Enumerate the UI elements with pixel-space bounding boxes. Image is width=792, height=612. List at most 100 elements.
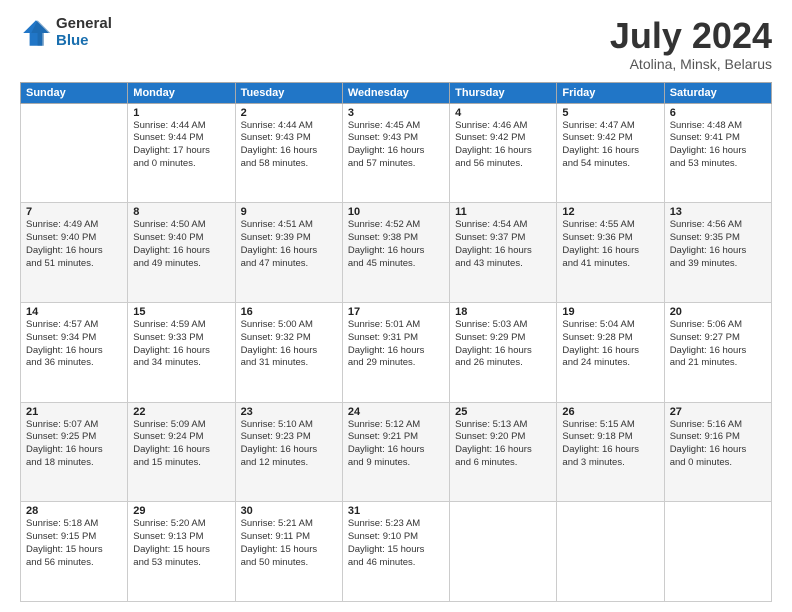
day-number: 29: [133, 505, 229, 517]
col-thursday: Thursday: [450, 82, 557, 103]
table-row: 19Sunrise: 5:04 AM Sunset: 9:28 PM Dayli…: [557, 302, 664, 402]
table-row: [664, 502, 771, 602]
calendar-week-row: 14Sunrise: 4:57 AM Sunset: 9:34 PM Dayli…: [21, 302, 772, 402]
day-info: Sunrise: 5:09 AM Sunset: 9:24 PM Dayligh…: [133, 419, 229, 470]
table-row: 13Sunrise: 4:56 AM Sunset: 9:35 PM Dayli…: [664, 203, 771, 303]
day-info: Sunrise: 5:07 AM Sunset: 9:25 PM Dayligh…: [26, 419, 122, 470]
table-row: 8Sunrise: 4:50 AM Sunset: 9:40 PM Daylig…: [128, 203, 235, 303]
day-number: 9: [241, 206, 337, 218]
day-number: 8: [133, 206, 229, 218]
table-row: 29Sunrise: 5:20 AM Sunset: 9:13 PM Dayli…: [128, 502, 235, 602]
day-info: Sunrise: 4:49 AM Sunset: 9:40 PM Dayligh…: [26, 219, 122, 270]
month-title: July 2024: [610, 16, 772, 56]
table-row: 3Sunrise: 4:45 AM Sunset: 9:43 PM Daylig…: [342, 103, 449, 203]
day-info: Sunrise: 4:52 AM Sunset: 9:38 PM Dayligh…: [348, 219, 444, 270]
day-info: Sunrise: 5:12 AM Sunset: 9:21 PM Dayligh…: [348, 419, 444, 470]
day-info: Sunrise: 4:50 AM Sunset: 9:40 PM Dayligh…: [133, 219, 229, 270]
day-number: 30: [241, 505, 337, 517]
day-info: Sunrise: 5:20 AM Sunset: 9:13 PM Dayligh…: [133, 518, 229, 569]
day-info: Sunrise: 5:23 AM Sunset: 9:10 PM Dayligh…: [348, 518, 444, 569]
table-row: 15Sunrise: 4:59 AM Sunset: 9:33 PM Dayli…: [128, 302, 235, 402]
calendar-week-row: 7Sunrise: 4:49 AM Sunset: 9:40 PM Daylig…: [21, 203, 772, 303]
day-number: 17: [348, 306, 444, 318]
logo-general-label: General: [56, 16, 112, 33]
day-number: 26: [562, 406, 658, 418]
table-row: 22Sunrise: 5:09 AM Sunset: 9:24 PM Dayli…: [128, 402, 235, 502]
day-info: Sunrise: 5:13 AM Sunset: 9:20 PM Dayligh…: [455, 419, 551, 470]
table-row: 27Sunrise: 5:16 AM Sunset: 9:16 PM Dayli…: [664, 402, 771, 502]
day-info: Sunrise: 4:48 AM Sunset: 9:41 PM Dayligh…: [670, 120, 766, 171]
table-row: 26Sunrise: 5:15 AM Sunset: 9:18 PM Dayli…: [557, 402, 664, 502]
day-number: 10: [348, 206, 444, 218]
day-info: Sunrise: 4:45 AM Sunset: 9:43 PM Dayligh…: [348, 120, 444, 171]
col-friday: Friday: [557, 82, 664, 103]
calendar-week-row: 21Sunrise: 5:07 AM Sunset: 9:25 PM Dayli…: [21, 402, 772, 502]
day-number: 7: [26, 206, 122, 218]
table-row: 25Sunrise: 5:13 AM Sunset: 9:20 PM Dayli…: [450, 402, 557, 502]
day-info: Sunrise: 4:59 AM Sunset: 9:33 PM Dayligh…: [133, 319, 229, 370]
col-wednesday: Wednesday: [342, 82, 449, 103]
day-number: 25: [455, 406, 551, 418]
table-row: 24Sunrise: 5:12 AM Sunset: 9:21 PM Dayli…: [342, 402, 449, 502]
table-row: 18Sunrise: 5:03 AM Sunset: 9:29 PM Dayli…: [450, 302, 557, 402]
table-row: 6Sunrise: 4:48 AM Sunset: 9:41 PM Daylig…: [664, 103, 771, 203]
day-number: 20: [670, 306, 766, 318]
day-info: Sunrise: 5:04 AM Sunset: 9:28 PM Dayligh…: [562, 319, 658, 370]
table-row: 17Sunrise: 5:01 AM Sunset: 9:31 PM Dayli…: [342, 302, 449, 402]
day-info: Sunrise: 4:55 AM Sunset: 9:36 PM Dayligh…: [562, 219, 658, 270]
logo-text: General Blue: [56, 16, 112, 49]
day-number: 28: [26, 505, 122, 517]
day-info: Sunrise: 4:54 AM Sunset: 9:37 PM Dayligh…: [455, 219, 551, 270]
logo-blue-label: Blue: [56, 33, 112, 50]
day-info: Sunrise: 5:21 AM Sunset: 9:11 PM Dayligh…: [241, 518, 337, 569]
day-number: 11: [455, 206, 551, 218]
calendar-header-row: Sunday Monday Tuesday Wednesday Thursday…: [21, 82, 772, 103]
day-number: 6: [670, 107, 766, 119]
day-info: Sunrise: 4:44 AM Sunset: 9:44 PM Dayligh…: [133, 120, 229, 171]
day-info: Sunrise: 4:44 AM Sunset: 9:43 PM Dayligh…: [241, 120, 337, 171]
day-info: Sunrise: 4:46 AM Sunset: 9:42 PM Dayligh…: [455, 120, 551, 171]
calendar-table: Sunday Monday Tuesday Wednesday Thursday…: [20, 82, 772, 602]
table-row: 10Sunrise: 4:52 AM Sunset: 9:38 PM Dayli…: [342, 203, 449, 303]
day-number: 13: [670, 206, 766, 218]
day-number: 2: [241, 107, 337, 119]
table-row: 4Sunrise: 4:46 AM Sunset: 9:42 PM Daylig…: [450, 103, 557, 203]
col-sunday: Sunday: [21, 82, 128, 103]
header: General Blue July 2024 Atolina, Minsk, B…: [20, 16, 772, 72]
col-saturday: Saturday: [664, 82, 771, 103]
table-row: 31Sunrise: 5:23 AM Sunset: 9:10 PM Dayli…: [342, 502, 449, 602]
calendar-week-row: 28Sunrise: 5:18 AM Sunset: 9:15 PM Dayli…: [21, 502, 772, 602]
day-info: Sunrise: 5:06 AM Sunset: 9:27 PM Dayligh…: [670, 319, 766, 370]
day-number: 16: [241, 306, 337, 318]
table-row: [450, 502, 557, 602]
day-number: 3: [348, 107, 444, 119]
day-number: 21: [26, 406, 122, 418]
day-number: 15: [133, 306, 229, 318]
table-row: 14Sunrise: 4:57 AM Sunset: 9:34 PM Dayli…: [21, 302, 128, 402]
title-block: July 2024 Atolina, Minsk, Belarus: [610, 16, 772, 72]
page: General Blue July 2024 Atolina, Minsk, B…: [0, 0, 792, 612]
day-info: Sunrise: 5:18 AM Sunset: 9:15 PM Dayligh…: [26, 518, 122, 569]
table-row: 9Sunrise: 4:51 AM Sunset: 9:39 PM Daylig…: [235, 203, 342, 303]
day-number: 22: [133, 406, 229, 418]
table-row: [21, 103, 128, 203]
day-number: 14: [26, 306, 122, 318]
location-subtitle: Atolina, Minsk, Belarus: [610, 56, 772, 72]
table-row: 7Sunrise: 4:49 AM Sunset: 9:40 PM Daylig…: [21, 203, 128, 303]
col-monday: Monday: [128, 82, 235, 103]
day-number: 1: [133, 107, 229, 119]
day-info: Sunrise: 5:15 AM Sunset: 9:18 PM Dayligh…: [562, 419, 658, 470]
day-info: Sunrise: 4:57 AM Sunset: 9:34 PM Dayligh…: [26, 319, 122, 370]
day-info: Sunrise: 5:00 AM Sunset: 9:32 PM Dayligh…: [241, 319, 337, 370]
table-row: 28Sunrise: 5:18 AM Sunset: 9:15 PM Dayli…: [21, 502, 128, 602]
day-info: Sunrise: 4:51 AM Sunset: 9:39 PM Dayligh…: [241, 219, 337, 270]
table-row: 2Sunrise: 4:44 AM Sunset: 9:43 PM Daylig…: [235, 103, 342, 203]
table-row: 12Sunrise: 4:55 AM Sunset: 9:36 PM Dayli…: [557, 203, 664, 303]
col-tuesday: Tuesday: [235, 82, 342, 103]
day-info: Sunrise: 4:47 AM Sunset: 9:42 PM Dayligh…: [562, 120, 658, 171]
day-info: Sunrise: 5:03 AM Sunset: 9:29 PM Dayligh…: [455, 319, 551, 370]
table-row: 23Sunrise: 5:10 AM Sunset: 9:23 PM Dayli…: [235, 402, 342, 502]
day-info: Sunrise: 5:10 AM Sunset: 9:23 PM Dayligh…: [241, 419, 337, 470]
day-number: 24: [348, 406, 444, 418]
day-number: 18: [455, 306, 551, 318]
